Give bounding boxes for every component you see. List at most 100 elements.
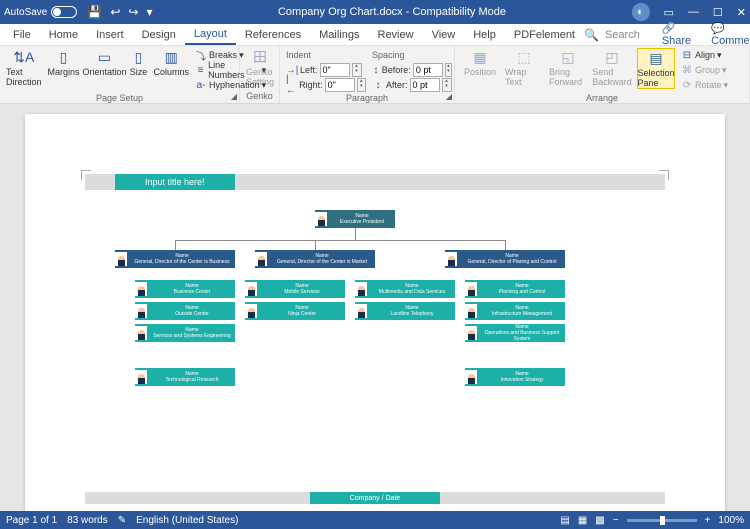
org-node[interactable]: NameGeneral, Director of the Center is M… (255, 250, 375, 268)
comments-button[interactable]: 💬 Comments (703, 22, 750, 47)
status-language[interactable]: English (United States) (136, 515, 238, 526)
selection-pane-button[interactable]: ▤Selection Pane (637, 48, 675, 89)
org-node[interactable]: NameNinja Center (245, 302, 345, 320)
autosave[interactable]: AutoSave (4, 6, 77, 18)
user-avatar[interactable]: ◐ (632, 3, 650, 21)
paragraph-launcher-icon[interactable]: ◢ (446, 92, 452, 101)
rotate-icon: ⟳ (681, 79, 693, 91)
tab-view[interactable]: View (423, 24, 465, 45)
maximize-icon[interactable]: ☐ (713, 6, 723, 19)
document-area[interactable]: Input title here! NameExecutive Presiden… (0, 104, 750, 511)
status-page[interactable]: Page 1 of 1 (6, 515, 57, 526)
org-node[interactable]: NameBusiness Center (135, 280, 235, 298)
text-direction-button[interactable]: ⇅AText Direction (6, 48, 42, 87)
indent-right[interactable]: |←Right:▴▾ (286, 78, 366, 92)
spacing-before[interactable]: ↕Before:▴▾ (372, 63, 452, 77)
avatar-icon (465, 370, 477, 384)
undo-icon[interactable]: ↩ (110, 5, 120, 19)
size-icon: ▯ (130, 48, 148, 66)
spacing-after-icon: ↕ (372, 79, 384, 91)
minimize-icon[interactable]: — (688, 6, 699, 18)
zoom-slider[interactable] (627, 519, 697, 522)
tab-help[interactable]: Help (464, 24, 505, 45)
spacing-after-input[interactable] (410, 78, 440, 92)
save-icon[interactable]: 💾 (87, 5, 102, 19)
tab-references[interactable]: References (236, 24, 310, 45)
margins-icon: ▯ (55, 48, 73, 66)
web-layout-icon[interactable]: ▩ (595, 515, 604, 526)
align-button[interactable]: ⊟Align ▾ (681, 48, 728, 62)
title-banner[interactable]: Input title here! (85, 174, 665, 190)
autosave-toggle[interactable] (51, 6, 77, 18)
tab-design[interactable]: Design (133, 24, 185, 45)
window-title: Company Org Chart.docx - Compatibility M… (152, 6, 631, 18)
group-label-arrange: Arrange (461, 92, 743, 103)
org-node[interactable]: NameInnovation Strategy (465, 368, 565, 386)
pagesetup-launcher-icon[interactable]: ◢ (231, 92, 237, 101)
avatar-icon (245, 282, 257, 296)
org-node[interactable]: NameTechnological Research (135, 368, 235, 386)
share-button[interactable]: 🔗 Share (654, 22, 699, 47)
indent-left-input[interactable] (320, 63, 350, 77)
close-icon[interactable]: ✕ (737, 6, 746, 19)
page-footer[interactable]: Company / Date (85, 492, 665, 504)
hyphenation-icon: a- (195, 79, 207, 91)
tab-mailings[interactable]: Mailings (310, 24, 368, 45)
page[interactable]: Input title here! NameExecutive Presiden… (25, 114, 725, 511)
org-chart[interactable]: NameExecutive President NameGeneral, Dir… (85, 210, 665, 450)
redo-icon[interactable]: ↪ (128, 5, 138, 19)
zoom-in-icon[interactable]: + (705, 515, 711, 526)
org-node[interactable]: NameGeneral, Director of the Center is B… (115, 250, 235, 268)
spellcheck-icon[interactable]: ✎ (118, 515, 126, 526)
org-node-top[interactable]: NameExecutive President (315, 210, 395, 228)
margins-button[interactable]: ▯Margins (48, 48, 80, 77)
read-mode-icon[interactable]: ▤ (560, 515, 569, 526)
avatar-icon (355, 304, 367, 318)
wrap-text-button: ⬚Wrap Text (505, 48, 543, 87)
spinner-icon[interactable]: ▴▾ (352, 63, 362, 77)
group-icon: ⌘ (681, 64, 693, 76)
org-node[interactable]: NameInfrastructure Management (465, 302, 565, 320)
position-button: ▦Position (461, 48, 499, 77)
size-button[interactable]: ▯Size (130, 48, 148, 77)
tab-insert[interactable]: Insert (87, 24, 133, 45)
spinner-icon[interactable]: ▴▾ (445, 63, 452, 77)
org-node[interactable]: NameOperations and Business Support Syst… (465, 324, 565, 342)
tab-review[interactable]: Review (369, 24, 423, 45)
search-input[interactable]: Search (605, 29, 640, 41)
org-node[interactable]: NameOutside Center (135, 302, 235, 320)
avatar-icon (135, 370, 147, 384)
spinner-icon[interactable]: ▴▾ (357, 78, 366, 92)
org-node[interactable]: NameGeneral, Director of Planing and Con… (445, 250, 565, 268)
indent-label: Indent (286, 48, 366, 62)
orientation-button[interactable]: ▭Orientation (86, 48, 124, 77)
org-node[interactable]: NamePlanning and Control (465, 280, 565, 298)
spacing-before-input[interactable] (413, 63, 443, 77)
tab-home[interactable]: Home (40, 24, 87, 45)
title-placeholder[interactable]: Input title here! (115, 174, 235, 190)
tab-pdfelement[interactable]: PDFelement (505, 24, 584, 45)
avatar-icon (115, 252, 127, 266)
org-node[interactable]: NameLandline Telephony (355, 302, 455, 320)
tab-file[interactable]: File (4, 24, 40, 45)
spinner-icon[interactable]: ▴▾ (442, 78, 452, 92)
status-words[interactable]: 83 words (67, 515, 108, 526)
send-backward-button: ◰Send Backward (593, 48, 631, 87)
print-layout-icon[interactable]: ▦ (578, 515, 587, 526)
zoom-level[interactable]: 100% (718, 515, 744, 526)
avatar-icon (445, 252, 457, 266)
ribbon-display-icon[interactable]: ▭ (664, 6, 674, 19)
org-node[interactable]: NameMobile Services (245, 280, 345, 298)
indent-left[interactable]: →|Left:▴▾ (286, 63, 366, 77)
zoom-out-icon[interactable]: − (613, 515, 619, 526)
indent-right-input[interactable] (325, 78, 355, 92)
send-backward-icon: ◰ (603, 48, 621, 66)
avatar-icon (245, 304, 257, 318)
avatar-icon (135, 282, 147, 296)
tab-layout[interactable]: Layout (185, 24, 236, 45)
org-node[interactable]: NameServices and Systems Engineering (135, 324, 235, 342)
spacing-after[interactable]: ↕After:▴▾ (372, 78, 452, 92)
columns-button[interactable]: ▥Columns (154, 48, 190, 77)
group-label-pagesetup: Page Setup (6, 92, 233, 103)
org-node[interactable]: NameMultimedia and Data Services (355, 280, 455, 298)
